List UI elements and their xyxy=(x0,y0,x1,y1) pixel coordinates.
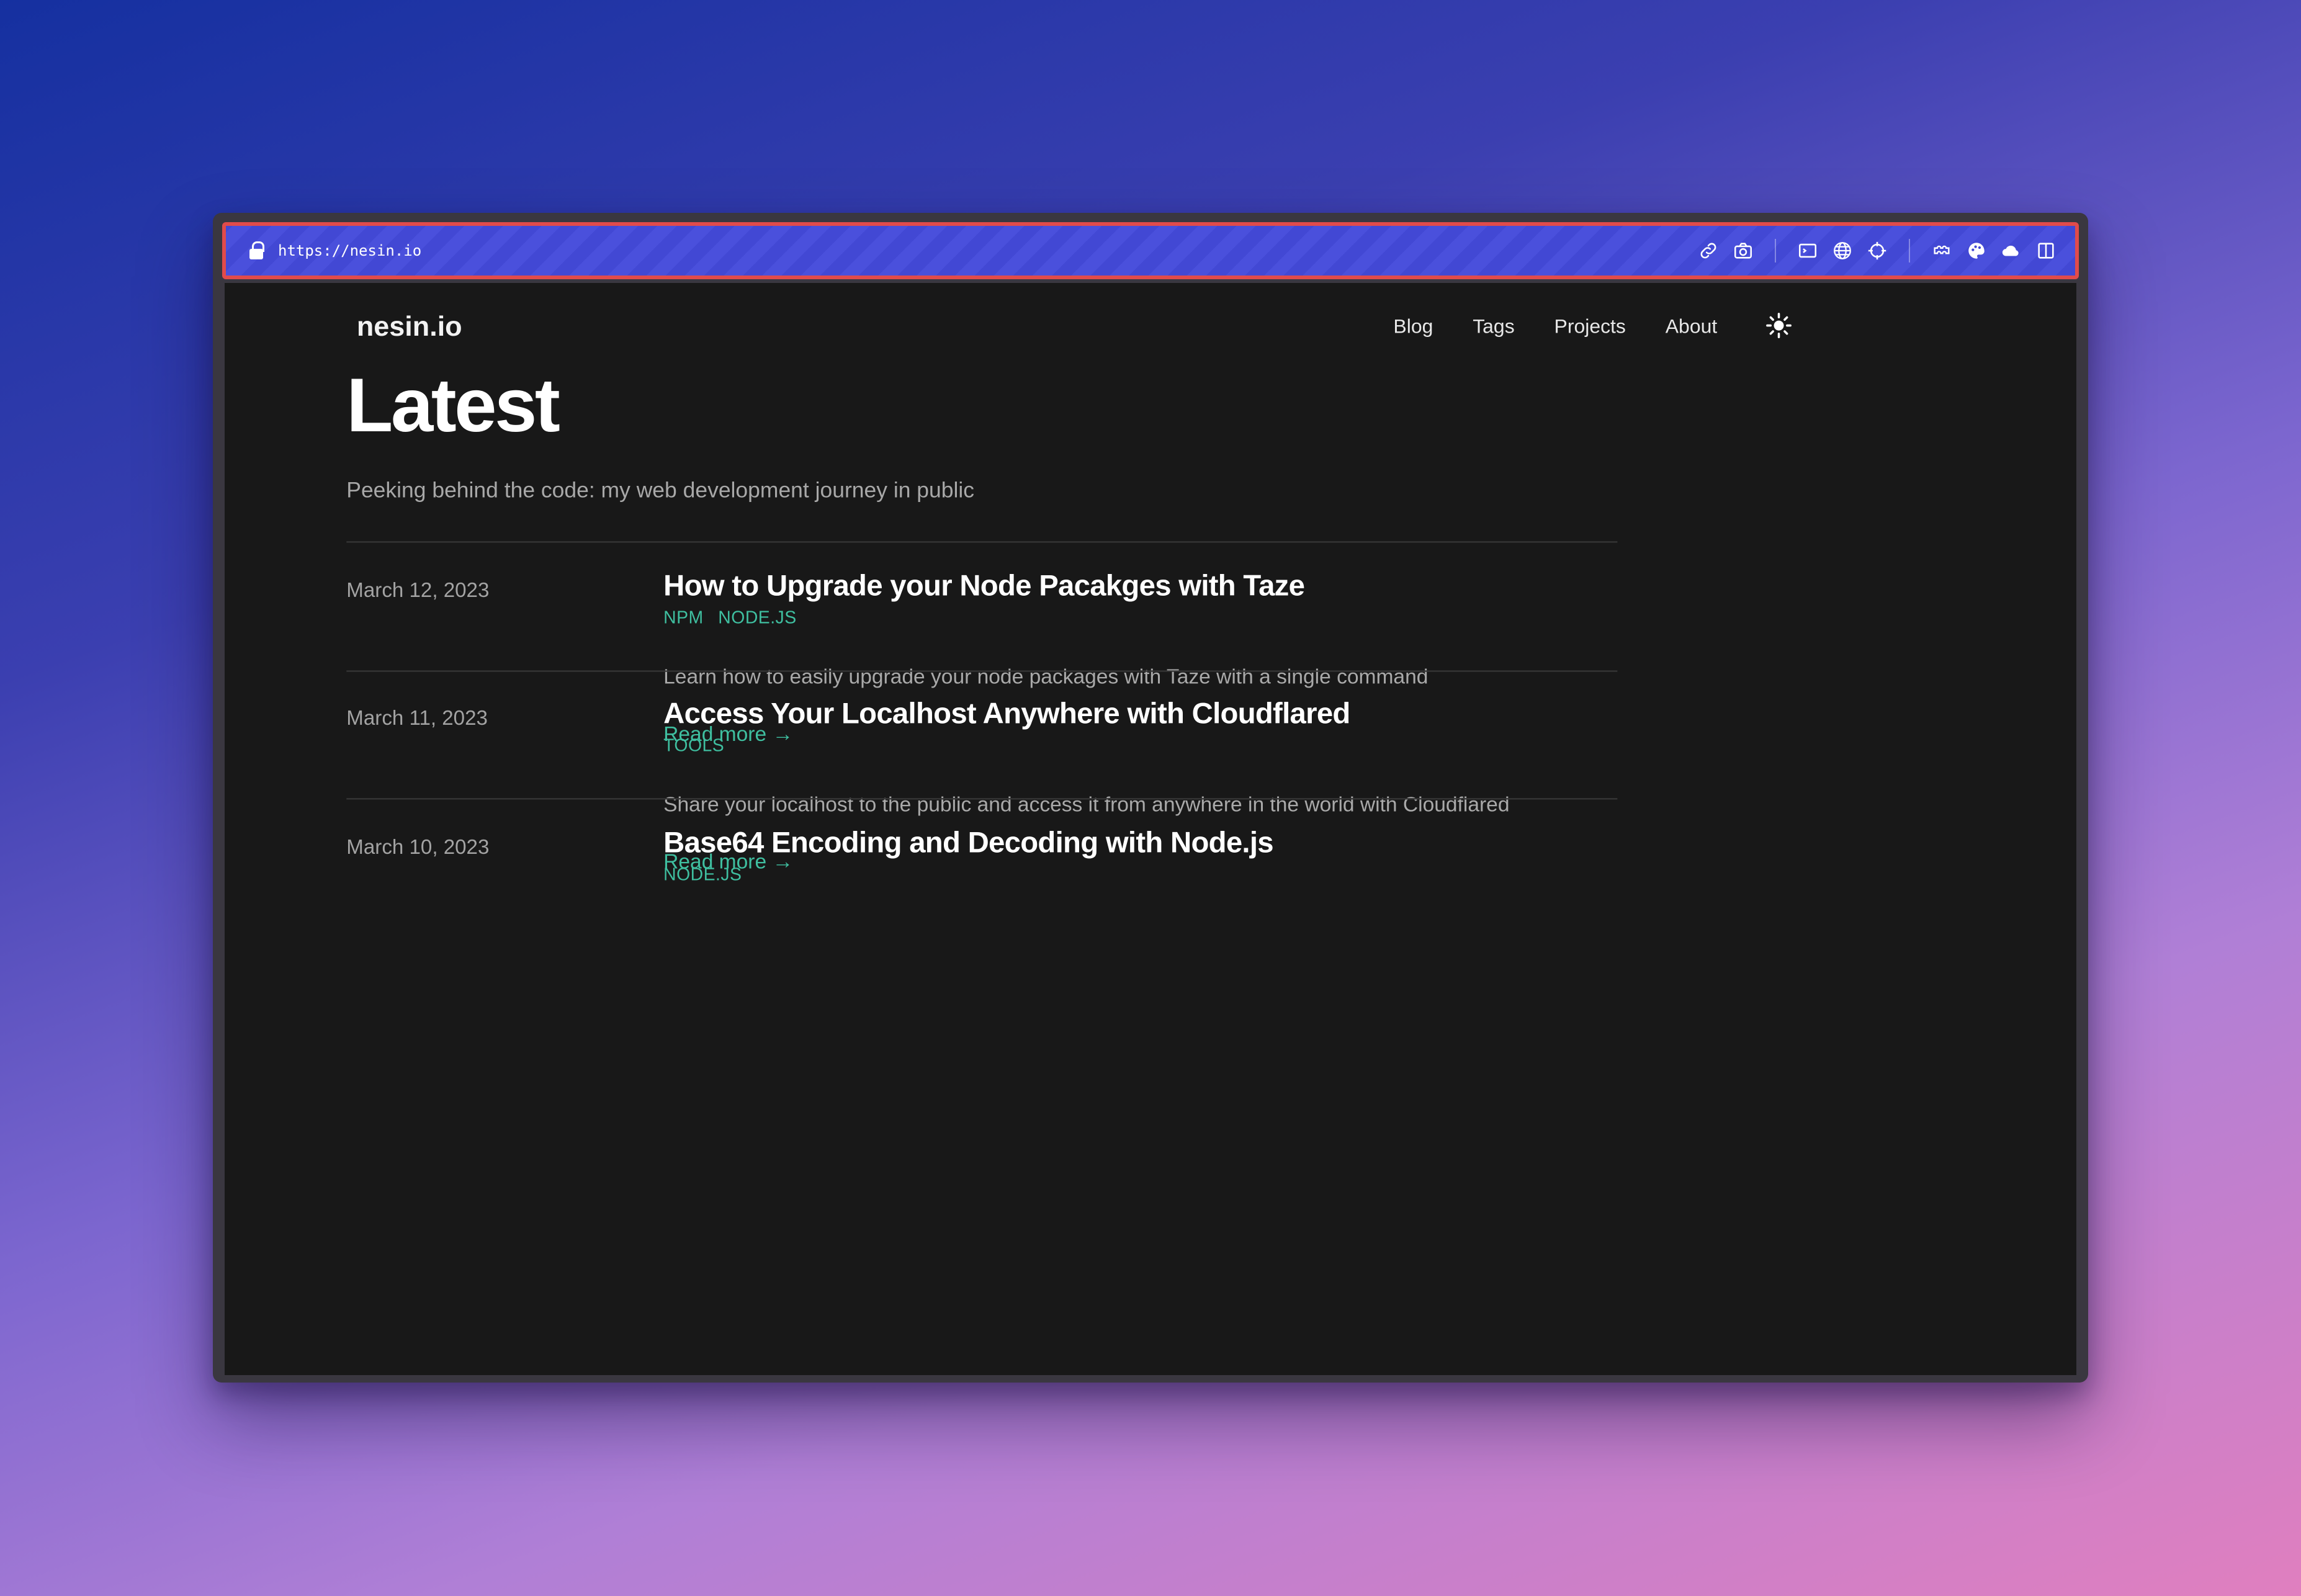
site-brand[interactable]: nesin.io xyxy=(357,312,462,344)
sidebar-icon[interactable] xyxy=(2035,240,2057,261)
post-tags: NPM NODE.JS xyxy=(663,607,797,628)
divider xyxy=(346,798,1618,800)
nav-tags[interactable]: Tags xyxy=(1473,315,1514,336)
nav-blog[interactable]: Blog xyxy=(1393,315,1433,336)
page-title: Latest xyxy=(346,364,560,449)
tag-link[interactable]: NPM xyxy=(663,607,704,628)
toolbar-separator xyxy=(1775,239,1776,262)
divider xyxy=(346,670,1618,672)
post-title[interactable]: Base64 Encoding and Decoding with Node.j… xyxy=(663,827,1273,861)
post-title[interactable]: Access Your Localhost Anywhere with Clou… xyxy=(663,698,1350,732)
post-summary: Learn how to easily upgrade your node pa… xyxy=(663,666,1429,690)
page-subtitle: Peeking behind the code: my web developm… xyxy=(346,478,974,503)
terminal-icon[interactable] xyxy=(1797,240,1818,261)
post-summary: Share your localhost to the public and a… xyxy=(663,794,1510,817)
tag-link[interactable]: NODE.JS xyxy=(718,607,796,628)
address-bar[interactable]: https://nesin.io xyxy=(278,242,421,259)
post-date: March 10, 2023 xyxy=(346,835,490,859)
nav-projects[interactable]: Projects xyxy=(1554,315,1626,336)
crosshair-icon[interactable] xyxy=(1867,240,1888,261)
link-icon[interactable] xyxy=(1698,240,1719,261)
browser-window: https://nesin.io nesin.io Blog Tags Proj… xyxy=(213,213,2088,1383)
tag-link[interactable]: TOOLS xyxy=(663,735,724,755)
browser-toolbar: https://nesin.io xyxy=(222,222,2079,279)
nav-about[interactable]: About xyxy=(1666,315,1717,336)
lock-icon xyxy=(249,241,264,260)
toolbar-separator xyxy=(1909,239,1910,262)
globe-icon[interactable] xyxy=(1832,240,1853,261)
post-date: March 11, 2023 xyxy=(346,706,488,729)
post-date: March 12, 2023 xyxy=(346,578,490,602)
camera-icon[interactable] xyxy=(1733,240,1754,261)
palette-icon[interactable] xyxy=(1966,240,1987,261)
divider xyxy=(346,541,1618,543)
cloud-icon[interactable] xyxy=(2001,240,2022,261)
extensions-icon[interactable] xyxy=(1931,240,1952,261)
post-tags: TOOLS xyxy=(663,735,724,755)
toolbar-icons xyxy=(1698,239,2057,262)
page-viewport: nesin.io Blog Tags Projects About Latest… xyxy=(225,283,2076,1375)
sun-icon[interactable] xyxy=(1765,312,1792,339)
post-tags: NODE.JS xyxy=(663,864,742,885)
post-title[interactable]: How to Upgrade your Node Pacakges with T… xyxy=(663,571,1305,604)
main-nav: Blog Tags Projects About xyxy=(1393,312,1792,339)
tag-link[interactable]: NODE.JS xyxy=(663,864,742,885)
